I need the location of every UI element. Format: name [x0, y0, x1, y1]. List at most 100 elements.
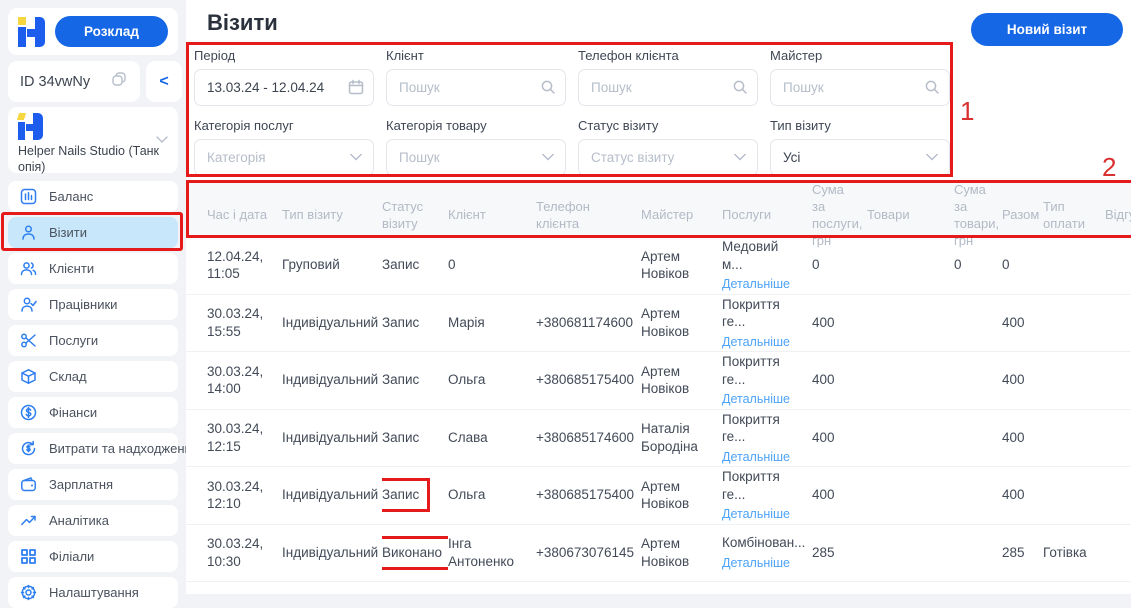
money-cycle-icon — [19, 440, 37, 458]
sidebar-item-salary[interactable]: Зарплатня — [8, 469, 178, 500]
filter-label: Статус візиту — [578, 118, 659, 133]
cell-total: 285 — [1002, 544, 1025, 560]
cell-datetime: 12.04.24, 11:05 — [207, 248, 264, 282]
table-row[interactable]: 30.03.24, 12:15 Індивідуальний Запис Сла… — [186, 410, 1131, 467]
cell-services: Покриття ге... Детальніше — [722, 353, 812, 407]
sidebar-item-services[interactable]: Послуги — [8, 325, 178, 356]
schedule-button[interactable]: Розклад — [55, 16, 168, 47]
cell-datetime: 30.03.24, 14:00 — [207, 363, 264, 397]
details-link[interactable]: Детальніше — [722, 391, 802, 407]
sidebar-collapse-button[interactable]: < — [146, 61, 182, 102]
studio-logo-icon — [16, 113, 43, 140]
table-row[interactable]: 30.03.24, 14:00 Індивідуальний Запис Оль… — [186, 352, 1131, 410]
filter-client: Клієнт — [386, 48, 566, 106]
cell-master: Артем Новіков — [641, 248, 690, 282]
cell-phone: +380685175400 — [536, 372, 634, 388]
grid-icon — [19, 548, 37, 566]
cell-services-sum: 400 — [812, 372, 835, 388]
cell-visit-type: Індивідуальний — [282, 544, 379, 560]
account-id: ID 34vwNy — [20, 73, 91, 90]
sidebar-item-employees[interactable]: Працівники — [8, 289, 178, 320]
cell-total: 400 — [1002, 314, 1025, 330]
visit-type-select[interactable] — [770, 139, 950, 176]
sidebar-item-balance[interactable]: Баланс — [8, 181, 178, 212]
search-icon — [540, 79, 556, 95]
cell-client: Марія — [448, 314, 485, 330]
cell-datetime: 30.03.24, 12:10 — [207, 478, 264, 512]
details-link[interactable]: Детальніше — [722, 555, 802, 571]
master-search-input[interactable] — [770, 69, 950, 106]
cell-client: Інга Антоненко — [448, 536, 514, 569]
goods-category-select[interactable] — [386, 139, 566, 176]
cell-total: 0 — [1002, 257, 1010, 273]
coin-icon — [19, 404, 37, 422]
service-category-select[interactable] — [194, 139, 374, 176]
client-search-input[interactable] — [386, 69, 566, 106]
sidebar-item-label: Послуги — [49, 333, 99, 348]
column-header: Статус візиту — [382, 198, 424, 231]
table-row[interactable]: 12.04.24, 11:05 Груповий Запис 0 Артем Н… — [186, 237, 1131, 295]
chevron-down-icon — [155, 131, 169, 149]
filter-client-phone: Телефон клієнта — [578, 48, 758, 106]
sidebar-item-clients[interactable]: Клієнти — [8, 253, 178, 284]
column-header: Клієнт — [448, 207, 486, 223]
service-name: Покриття ге... — [722, 411, 780, 445]
cell-services: Покриття ге... Детальніше — [722, 296, 812, 350]
cell-services-sum: 400 — [812, 314, 835, 330]
sidebar-item-visits[interactable]: Візити — [8, 217, 178, 248]
chevron-down-icon — [540, 149, 556, 165]
column-header: Час і дата — [207, 207, 268, 223]
sidebar-item-expenses-income[interactable]: Витрати та надходження — [8, 433, 199, 464]
visit-status-select[interactable] — [578, 139, 758, 176]
cell-phone: +380685174600 — [536, 429, 634, 445]
cell-services-sum: 285 — [812, 544, 835, 560]
filter-label: Телефон клієнта — [578, 48, 679, 63]
studio-selector[interactable]: Helper Nails Studio (Танкопія) — [8, 107, 178, 175]
filter-label: Категорія послуг — [194, 118, 294, 133]
sidebar-item-label: Витрати та надходження — [49, 441, 199, 456]
status-annotation-box: Запис — [382, 478, 431, 513]
cell-phone: +380685175400 — [536, 487, 634, 503]
cell-services-sum: 400 — [812, 429, 835, 445]
cell-status: Виконано — [382, 535, 448, 570]
calendar-icon[interactable] — [348, 79, 364, 95]
period-input[interactable] — [194, 69, 374, 106]
table-row[interactable]: 30.03.24, 12:10 Індивідуальний Запис Оль… — [186, 467, 1131, 525]
service-name: Комбінован... — [722, 535, 806, 551]
table-header: Час і дата Тип візиту Статус візиту Кліє… — [186, 182, 1131, 248]
column-header: Тип оплати — [1043, 198, 1086, 231]
cell-client: Ольга — [448, 487, 486, 503]
sidebar: Розклад ID 34vwNy < Helper Nails Studio … — [0, 0, 199, 608]
details-link[interactable]: Детальніше — [722, 506, 802, 522]
table-row[interactable]: 30.03.24, 15:55 Індивідуальний Запис Мар… — [186, 295, 1131, 352]
cell-total: 400 — [1002, 487, 1025, 503]
chevron-left-icon: < — [159, 72, 169, 90]
new-visit-button[interactable]: Новий візит — [971, 13, 1123, 46]
client-phone-search-input[interactable] — [578, 69, 758, 106]
cell-phone: +380681174600 — [536, 314, 633, 330]
cell-master: Артем Новіков — [641, 536, 690, 569]
cell-datetime: 30.03.24, 15:55 — [207, 306, 264, 339]
sidebar-item-settings[interactable]: Налаштування — [8, 577, 178, 608]
cell-status: Запис — [382, 372, 420, 388]
sidebar-item-stock[interactable]: Склад — [8, 361, 178, 392]
table-row[interactable]: 30.03.24, 10:30 Індивідуальний Виконано … — [186, 525, 1131, 582]
studio-name: Helper Nails Studio (Танкопія) — [18, 144, 160, 175]
sidebar-item-label: Баланс — [49, 189, 94, 204]
filter-label: Клієнт — [386, 48, 424, 63]
sidebar-item-finance[interactable]: Фінанси — [8, 397, 178, 428]
details-link[interactable]: Детальніше — [722, 334, 802, 350]
sidebar-item-analytics[interactable]: Аналітика — [8, 505, 178, 536]
filters-panel: Період Клієнт Телефон клієнта — [194, 48, 950, 176]
cell-visit-type: Індивідуальний — [282, 372, 379, 388]
cell-total: 400 — [1002, 372, 1025, 388]
column-header: Разом — [1002, 207, 1040, 223]
details-link[interactable]: Детальніше — [722, 276, 802, 292]
column-header: Товари — [867, 207, 910, 223]
sidebar-item-branches[interactable]: Філіали — [8, 541, 178, 572]
copy-icon[interactable] — [110, 70, 128, 93]
details-link[interactable]: Детальніше — [722, 449, 802, 465]
sidebar-item-label: Склад — [49, 369, 87, 384]
chevron-down-icon — [924, 149, 940, 165]
cell-client: Слава — [448, 429, 488, 445]
